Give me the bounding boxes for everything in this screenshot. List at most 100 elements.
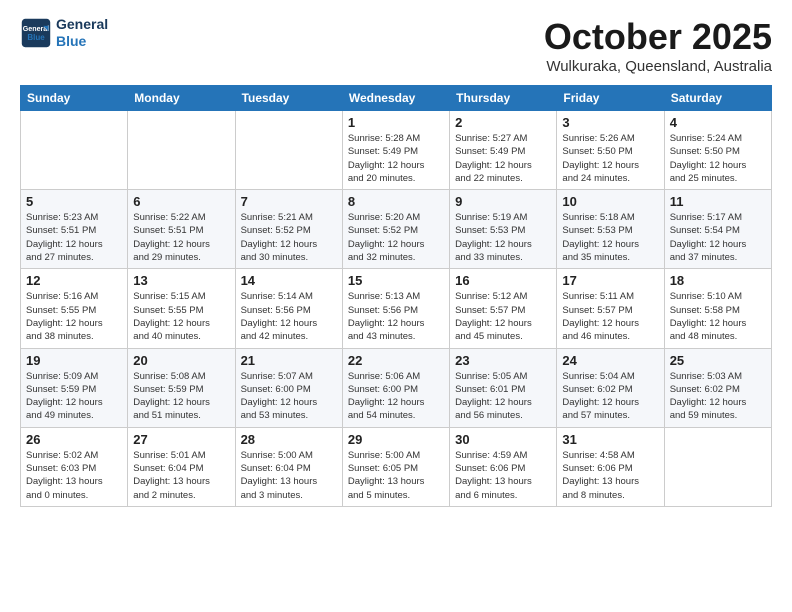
calendar-cell: 16Sunrise: 5:12 AM Sunset: 5:57 PM Dayli… xyxy=(450,269,557,348)
svg-text:Blue: Blue xyxy=(27,33,45,42)
calendar-week-row: 5 Sunrise: 5:23 AM Sunset: 5:51 PM Daylig… xyxy=(21,190,772,269)
day-info: Sunrise: 5:09 AM Sunset: 5:59 PM Dayligh… xyxy=(26,370,122,423)
weekday-header: Friday xyxy=(557,86,664,111)
day-number: 25 xyxy=(670,353,766,368)
calendar-cell: 7 Sunrise: 5:21 AM Sunset: 5:52 PM Daylig… xyxy=(235,190,342,269)
day-info: Sunrise: 5:02 AM Sunset: 6:03 PM Dayligh… xyxy=(26,449,122,502)
calendar-cell: 17Sunrise: 5:11 AM Sunset: 5:57 PM Dayli… xyxy=(557,269,664,348)
day-info: Sunrise: 5:15 AM Sunset: 5:55 PM Dayligh… xyxy=(133,290,229,343)
calendar-cell: 22 Sunrise: 5:06 AM Sunset: 6:00 PM Dayli… xyxy=(342,348,449,427)
day-number: 24 xyxy=(562,353,658,368)
calendar-cell: 14 Sunrise: 5:14 AM Sunset: 5:56 PM Dayli… xyxy=(235,269,342,348)
day-number: 19 xyxy=(26,353,122,368)
calendar-cell: 15Sunrise: 5:13 AM Sunset: 5:56 PM Dayli… xyxy=(342,269,449,348)
day-info: Sunrise: 5:16 AM Sunset: 5:55 PM Dayligh… xyxy=(26,290,122,343)
day-number: 20 xyxy=(133,353,229,368)
calendar-cell: 12 Sunrise: 5:16 AM Sunset: 5:55 PM Dayli… xyxy=(21,269,128,348)
day-number: 1 xyxy=(348,115,444,130)
calendar-cell: 3 Sunrise: 5:26 AM Sunset: 5:50 PM Daylig… xyxy=(557,111,664,190)
calendar-cell: 11 Sunrise: 5:17 AM Sunset: 5:54 PM Dayli… xyxy=(664,190,771,269)
day-info: Sunrise: 5:23 AM Sunset: 5:51 PM Dayligh… xyxy=(26,211,122,264)
day-info: Sunrise: 5:10 AM Sunset: 5:58 PM Dayligh… xyxy=(670,290,766,343)
calendar-cell xyxy=(235,111,342,190)
calendar-cell: 2Sunrise: 5:27 AM Sunset: 5:49 PM Daylig… xyxy=(450,111,557,190)
day-info: Sunrise: 5:21 AM Sunset: 5:52 PM Dayligh… xyxy=(241,211,337,264)
day-number: 16 xyxy=(455,273,551,288)
weekday-header: Wednesday xyxy=(342,86,449,111)
calendar-cell: 4Sunrise: 5:24 AM Sunset: 5:50 PM Daylig… xyxy=(664,111,771,190)
weekday-header: Monday xyxy=(128,86,235,111)
day-number: 14 xyxy=(241,273,337,288)
weekday-header: Thursday xyxy=(450,86,557,111)
day-number: 28 xyxy=(241,432,337,447)
day-info: Sunrise: 5:00 AM Sunset: 6:04 PM Dayligh… xyxy=(241,449,337,502)
logo-text-general: General xyxy=(56,16,108,33)
weekday-header: Tuesday xyxy=(235,86,342,111)
calendar-cell: 28 Sunrise: 5:00 AM Sunset: 6:04 PM Dayli… xyxy=(235,427,342,506)
day-info: Sunrise: 5:05 AM Sunset: 6:01 PM Dayligh… xyxy=(455,370,551,423)
calendar-cell: 18Sunrise: 5:10 AM Sunset: 5:58 PM Dayli… xyxy=(664,269,771,348)
day-info: Sunrise: 4:59 AM Sunset: 6:06 PM Dayligh… xyxy=(455,449,551,502)
day-info: Sunrise: 5:07 AM Sunset: 6:00 PM Dayligh… xyxy=(241,370,337,423)
day-info: Sunrise: 5:00 AM Sunset: 6:05 PM Dayligh… xyxy=(348,449,444,502)
calendar-week-row: 12 Sunrise: 5:16 AM Sunset: 5:55 PM Dayli… xyxy=(21,269,772,348)
day-number: 4 xyxy=(670,115,766,130)
calendar-cell: 13 Sunrise: 5:15 AM Sunset: 5:55 PM Dayli… xyxy=(128,269,235,348)
day-number: 5 xyxy=(26,194,122,209)
weekday-header: Sunday xyxy=(21,86,128,111)
day-number: 10 xyxy=(562,194,658,209)
calendar-cell: 10 Sunrise: 5:18 AM Sunset: 5:53 PM Dayli… xyxy=(557,190,664,269)
calendar-cell xyxy=(128,111,235,190)
day-number: 2 xyxy=(455,115,551,130)
day-number: 3 xyxy=(562,115,658,130)
day-info: Sunrise: 5:18 AM Sunset: 5:53 PM Dayligh… xyxy=(562,211,658,264)
day-info: Sunrise: 5:17 AM Sunset: 5:54 PM Dayligh… xyxy=(670,211,766,264)
day-info: Sunrise: 5:20 AM Sunset: 5:52 PM Dayligh… xyxy=(348,211,444,264)
day-info: Sunrise: 5:06 AM Sunset: 6:00 PM Dayligh… xyxy=(348,370,444,423)
day-number: 6 xyxy=(133,194,229,209)
calendar-week-row: 1Sunrise: 5:28 AM Sunset: 5:49 PM Daylig… xyxy=(21,111,772,190)
logo-text-blue: Blue xyxy=(56,33,108,50)
calendar-cell: 1Sunrise: 5:28 AM Sunset: 5:49 PM Daylig… xyxy=(342,111,449,190)
day-number: 21 xyxy=(241,353,337,368)
month-title: October 2025 xyxy=(544,16,772,58)
calendar-cell: 6 Sunrise: 5:22 AM Sunset: 5:51 PM Daylig… xyxy=(128,190,235,269)
calendar-cell: 19 Sunrise: 5:09 AM Sunset: 5:59 PM Dayli… xyxy=(21,348,128,427)
day-number: 29 xyxy=(348,432,444,447)
calendar-cell: 8Sunrise: 5:20 AM Sunset: 5:52 PM Daylig… xyxy=(342,190,449,269)
calendar-table: SundayMondayTuesdayWednesdayThursdayFrid… xyxy=(20,85,772,507)
calendar-week-row: 19 Sunrise: 5:09 AM Sunset: 5:59 PM Dayli… xyxy=(21,348,772,427)
calendar-cell: 30Sunrise: 4:59 AM Sunset: 6:06 PM Dayli… xyxy=(450,427,557,506)
day-info: Sunrise: 5:22 AM Sunset: 5:51 PM Dayligh… xyxy=(133,211,229,264)
calendar-cell: 29 Sunrise: 5:00 AM Sunset: 6:05 PM Dayli… xyxy=(342,427,449,506)
day-number: 22 xyxy=(348,353,444,368)
calendar-cell: 31 Sunrise: 4:58 AM Sunset: 6:06 PM Dayli… xyxy=(557,427,664,506)
day-number: 12 xyxy=(26,273,122,288)
calendar-cell xyxy=(21,111,128,190)
day-info: Sunrise: 5:14 AM Sunset: 5:56 PM Dayligh… xyxy=(241,290,337,343)
day-info: Sunrise: 5:03 AM Sunset: 6:02 PM Dayligh… xyxy=(670,370,766,423)
day-info: Sunrise: 5:13 AM Sunset: 5:56 PM Dayligh… xyxy=(348,290,444,343)
day-number: 7 xyxy=(241,194,337,209)
day-number: 11 xyxy=(670,194,766,209)
calendar-cell: 25 Sunrise: 5:03 AM Sunset: 6:02 PM Dayli… xyxy=(664,348,771,427)
location: Wulkuraka, Queensland, Australia xyxy=(544,58,772,75)
day-number: 31 xyxy=(562,432,658,447)
calendar-cell: 27 Sunrise: 5:01 AM Sunset: 6:04 PM Dayli… xyxy=(128,427,235,506)
weekday-header: Saturday xyxy=(664,86,771,111)
day-number: 27 xyxy=(133,432,229,447)
day-number: 26 xyxy=(26,432,122,447)
day-info: Sunrise: 5:01 AM Sunset: 6:04 PM Dayligh… xyxy=(133,449,229,502)
calendar-cell: 5 Sunrise: 5:23 AM Sunset: 5:51 PM Daylig… xyxy=(21,190,128,269)
day-info: Sunrise: 5:19 AM Sunset: 5:53 PM Dayligh… xyxy=(455,211,551,264)
day-info: Sunrise: 5:26 AM Sunset: 5:50 PM Dayligh… xyxy=(562,132,658,185)
logo-icon: General Blue xyxy=(20,17,52,49)
calendar-cell: 23Sunrise: 5:05 AM Sunset: 6:01 PM Dayli… xyxy=(450,348,557,427)
day-info: Sunrise: 5:04 AM Sunset: 6:02 PM Dayligh… xyxy=(562,370,658,423)
day-number: 13 xyxy=(133,273,229,288)
day-info: Sunrise: 5:08 AM Sunset: 5:59 PM Dayligh… xyxy=(133,370,229,423)
calendar-cell xyxy=(664,427,771,506)
calendar-week-row: 26 Sunrise: 5:02 AM Sunset: 6:03 PM Dayli… xyxy=(21,427,772,506)
day-info: Sunrise: 4:58 AM Sunset: 6:06 PM Dayligh… xyxy=(562,449,658,502)
calendar-cell: 24 Sunrise: 5:04 AM Sunset: 6:02 PM Dayli… xyxy=(557,348,664,427)
